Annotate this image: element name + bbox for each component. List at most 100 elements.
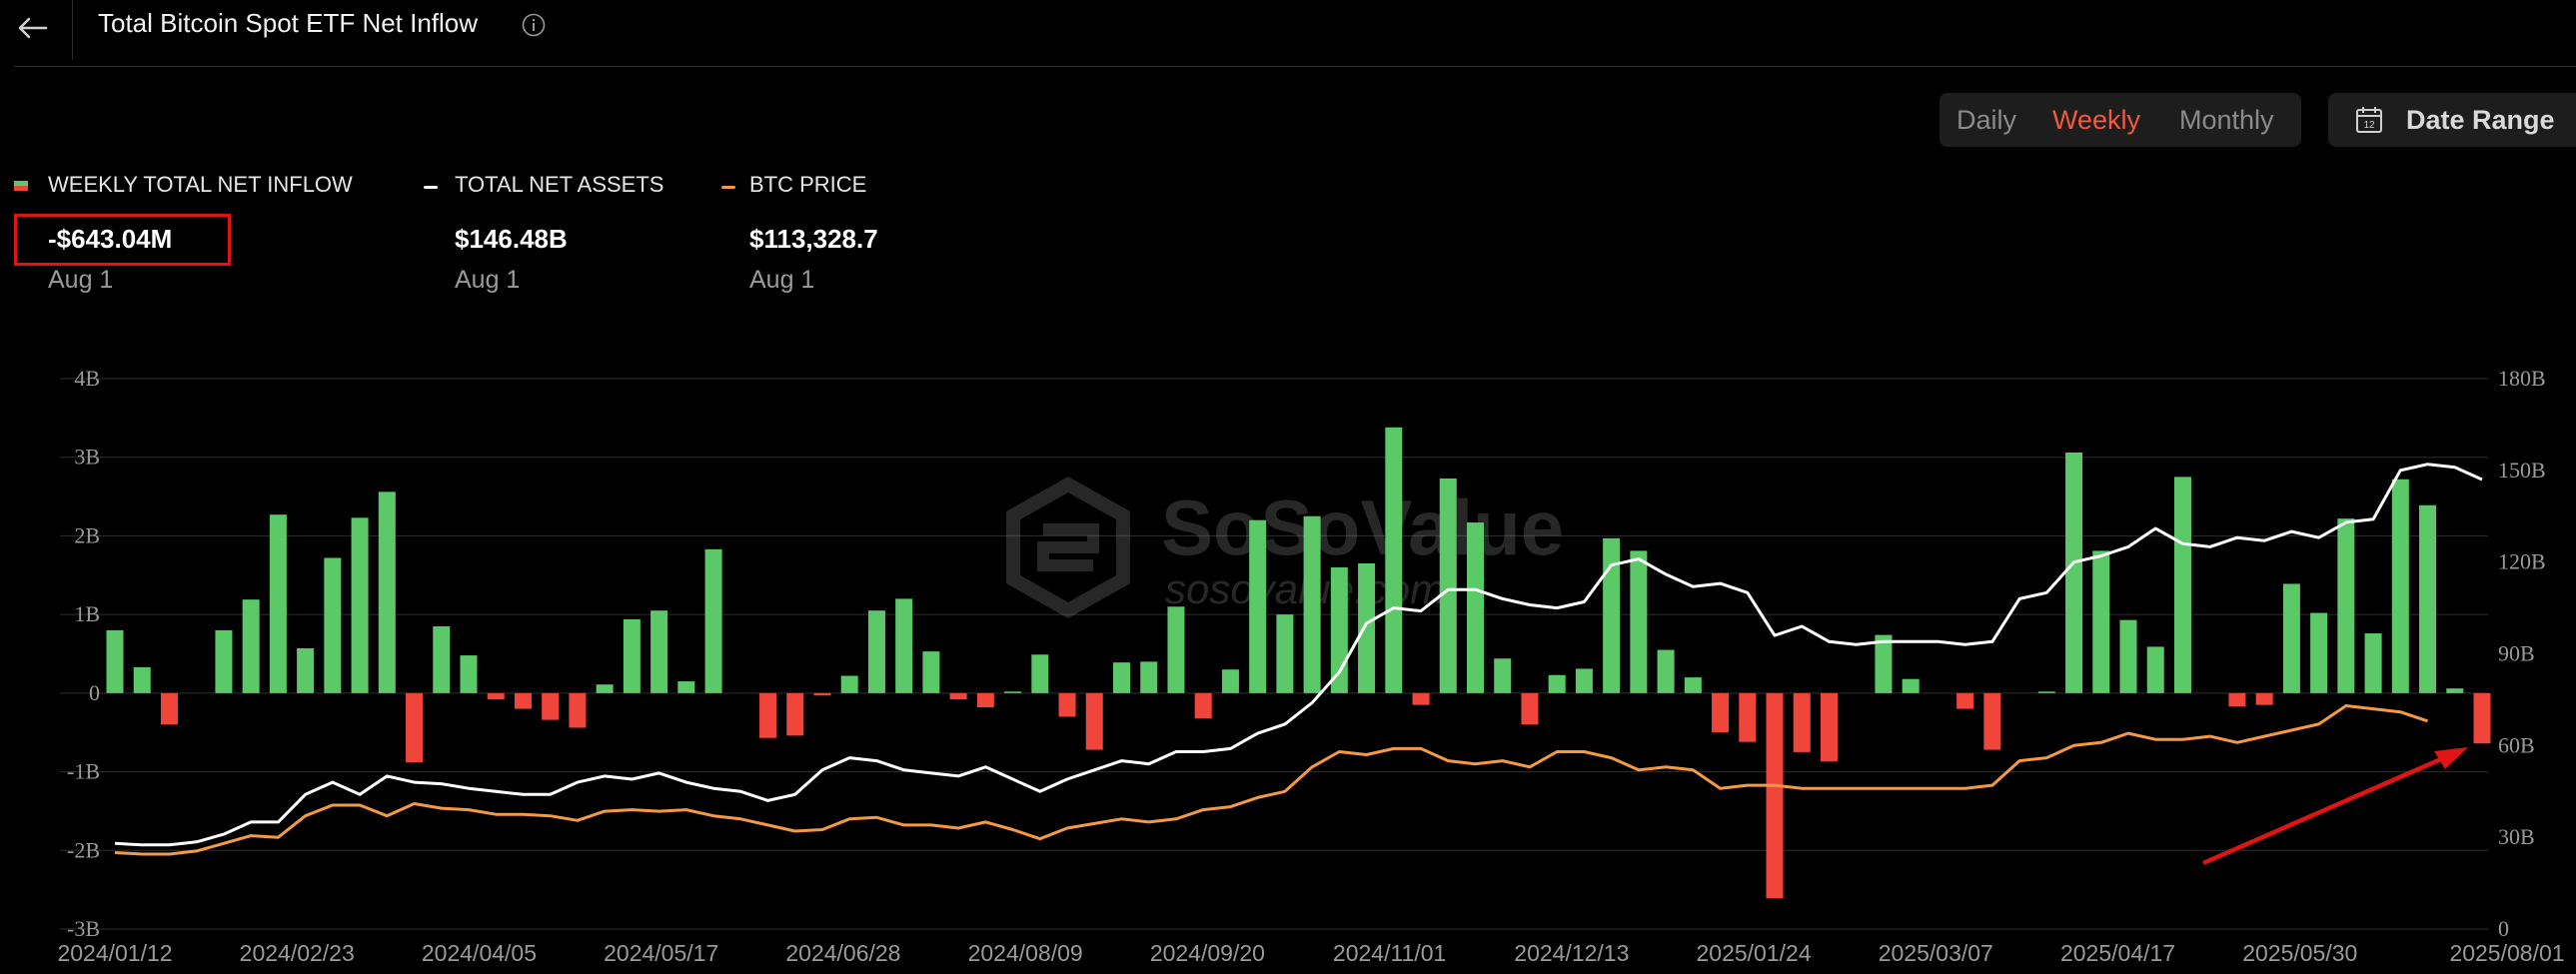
- inflow-bar-negative[interactable]: [1058, 692, 1076, 717]
- x-tick-label: 2025/03/07: [1879, 940, 1993, 966]
- inflow-bar-positive[interactable]: [1358, 562, 1376, 693]
- y-right-tick-label: 90B: [2498, 641, 2535, 666]
- inflow-bar-positive[interactable]: [378, 491, 396, 693]
- inflow-bar-positive[interactable]: [460, 655, 478, 693]
- inflow-bar-positive[interactable]: [677, 681, 695, 693]
- inflow-bar-negative[interactable]: [514, 692, 532, 709]
- y-left-tick-label: -2B: [67, 837, 100, 862]
- inflow-bar-positive[interactable]: [1603, 537, 1621, 693]
- inflow-bar-positive[interactable]: [1657, 649, 1675, 693]
- x-tick-label: 2024/05/17: [604, 940, 718, 966]
- inflow-bar-positive[interactable]: [133, 666, 151, 693]
- inflow-bar-negative[interactable]: [160, 692, 178, 725]
- inflow-bar-positive[interactable]: [1221, 669, 1239, 693]
- inflow-bar-negative[interactable]: [1085, 692, 1103, 750]
- inflow-bar-negative[interactable]: [813, 692, 831, 696]
- inflow-bar-negative[interactable]: [1820, 692, 1838, 762]
- inflow-bar-negative[interactable]: [406, 692, 424, 763]
- inflow-bar-positive[interactable]: [840, 675, 858, 693]
- inflow-bar-positive[interactable]: [2146, 646, 2164, 693]
- inflow-bar-positive[interactable]: [1385, 427, 1403, 693]
- inflow-bar-negative[interactable]: [2473, 692, 2491, 744]
- inflow-bar-positive[interactable]: [2119, 619, 2137, 693]
- x-tick-label: 2025/01/24: [1697, 940, 1812, 966]
- inflow-bar-positive[interactable]: [1140, 661, 1158, 693]
- inflow-bar-positive[interactable]: [215, 629, 233, 693]
- inflow-bar-negative[interactable]: [976, 692, 994, 708]
- inflow-bar-positive[interactable]: [895, 598, 913, 693]
- inflow-bar-positive[interactable]: [2419, 504, 2437, 693]
- inflow-bar-positive[interactable]: [922, 651, 940, 693]
- x-tick-label: 2024/09/20: [1150, 940, 1265, 966]
- inflow-bar-positive[interactable]: [1439, 478, 1457, 693]
- inflow-bar-positive[interactable]: [1548, 674, 1566, 693]
- annotation-arrow: [2202, 747, 2468, 866]
- y-left-tick-label: -3B: [67, 916, 100, 941]
- inflow-bar-positive[interactable]: [1004, 691, 1022, 693]
- y-left-tick-label: -1B: [67, 759, 100, 784]
- inflow-bar-negative[interactable]: [1739, 692, 1757, 742]
- inflow-bar-positive[interactable]: [704, 548, 722, 693]
- inflow-bar-negative[interactable]: [1521, 692, 1539, 725]
- inflow-bar-positive[interactable]: [1031, 654, 1049, 693]
- inflow-bar-positive[interactable]: [269, 514, 287, 693]
- y-right-tick-label: 150B: [2498, 458, 2546, 483]
- inflow-bar-positive[interactable]: [2173, 477, 2191, 693]
- inflow-bar-positive[interactable]: [596, 684, 614, 693]
- inflow-bar-positive[interactable]: [1113, 662, 1131, 693]
- inflow-bar-positive[interactable]: [2037, 691, 2055, 693]
- inflow-bar-negative[interactable]: [949, 692, 967, 700]
- inflow-bar-negative[interactable]: [1194, 692, 1212, 719]
- inflow-bar-positive[interactable]: [2310, 612, 2328, 693]
- inflow-bar-negative[interactable]: [569, 692, 587, 728]
- y-right-tick-label: 30B: [2498, 824, 2535, 849]
- inflow-bar-positive[interactable]: [1575, 668, 1593, 693]
- inflow-bar-negative[interactable]: [2255, 692, 2273, 705]
- inflow-bar-positive[interactable]: [433, 625, 451, 693]
- inflow-bar-positive[interactable]: [623, 618, 641, 693]
- inflow-bar-positive[interactable]: [1902, 678, 1920, 693]
- inflow-bar-positive[interactable]: [1276, 614, 1294, 693]
- inflow-bar-positive[interactable]: [1630, 550, 1648, 693]
- inflow-bar-negative[interactable]: [1766, 692, 1784, 899]
- inflow-bar-positive[interactable]: [242, 599, 260, 693]
- inflow-bar-negative[interactable]: [1793, 692, 1811, 752]
- inflow-bar-positive[interactable]: [1249, 519, 1267, 693]
- inflow-bar-positive[interactable]: [2282, 583, 2300, 693]
- inflow-bar-negative[interactable]: [786, 692, 804, 736]
- inflow-bar-positive[interactable]: [1494, 658, 1512, 693]
- inflow-bar-negative[interactable]: [1412, 692, 1430, 705]
- x-tick-label: 2025/04/17: [2060, 940, 2175, 966]
- inflow-bar-positive[interactable]: [2065, 452, 2083, 693]
- inflow-bar-negative[interactable]: [2228, 692, 2246, 707]
- x-tick-label: 2024/04/05: [422, 940, 537, 966]
- x-tick-label: 2025/08/01: [2449, 940, 2564, 966]
- inflow-bar-negative[interactable]: [487, 692, 505, 700]
- sosovalue-logo-icon: [1006, 476, 1130, 619]
- inflow-bar-positive[interactable]: [2337, 518, 2355, 693]
- x-tick-label: 2024/11/01: [1333, 940, 1446, 966]
- inflow-bar-positive[interactable]: [106, 629, 124, 693]
- inflow-bar-positive[interactable]: [1466, 522, 1484, 693]
- inflow-bar-negative[interactable]: [542, 692, 560, 720]
- inflow-bar-positive[interactable]: [297, 647, 315, 693]
- inflow-bar-positive[interactable]: [1684, 677, 1702, 693]
- inflow-bar-negative[interactable]: [1712, 692, 1730, 733]
- inflow-bar-positive[interactable]: [324, 557, 342, 693]
- inflow-bar-positive[interactable]: [867, 610, 885, 693]
- x-tick-label: 2024/12/13: [1514, 940, 1629, 966]
- x-tick-label: 2024/06/28: [785, 940, 900, 966]
- inflow-bar-positive[interactable]: [1167, 606, 1185, 693]
- inflow-bar-positive[interactable]: [2364, 633, 2382, 693]
- inflow-bar-negative[interactable]: [1956, 692, 1974, 709]
- inflow-bar-positive[interactable]: [2446, 688, 2464, 693]
- inflow-bar-negative[interactable]: [1983, 692, 2001, 750]
- inflow-bar-positive[interactable]: [351, 517, 369, 693]
- inflow-bar-positive[interactable]: [2092, 550, 2110, 693]
- inflow-bar-positive[interactable]: [2391, 479, 2409, 693]
- inflow-bar-positive[interactable]: [650, 610, 668, 693]
- x-tick-label: 2024/02/23: [240, 940, 355, 966]
- inflow-bar-negative[interactable]: [759, 692, 777, 738]
- inflow-bar-positive[interactable]: [1303, 515, 1321, 693]
- etf-inflow-chart: SoSoValue sosovalue.com 4B3B2B1B0-1B-2B-…: [57, 366, 2564, 966]
